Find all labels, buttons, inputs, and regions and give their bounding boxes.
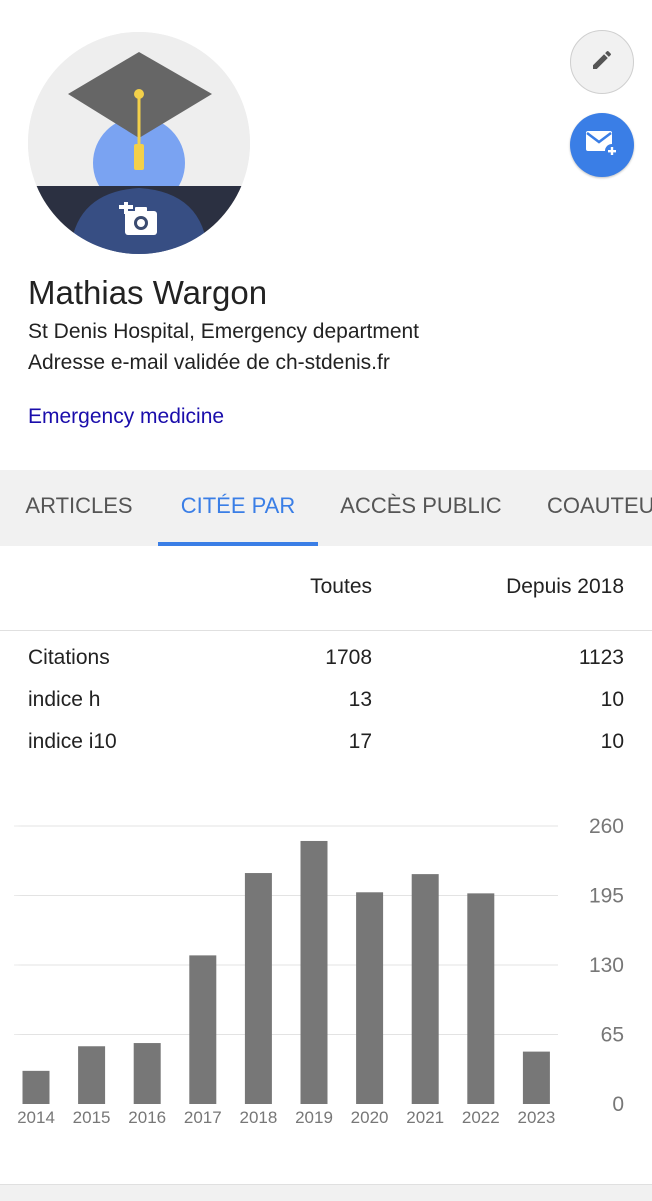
add-photo-icon[interactable] <box>119 202 159 238</box>
stat-citations-since: 1123 <box>578 646 624 669</box>
stat-citations-all: 1708 <box>325 646 372 669</box>
bar-2018[interactable] <box>244 873 272 1104</box>
bar-2021[interactable] <box>411 874 439 1104</box>
x-tick-label: 2021 <box>406 1108 444 1127</box>
stat-label-h-index: indice h <box>28 688 101 711</box>
x-tick-label: 2019 <box>295 1108 333 1127</box>
author-name: Mathias Wargon <box>28 274 268 311</box>
x-tick-label: 2016 <box>128 1108 166 1127</box>
bar-2023[interactable] <box>522 1051 550 1104</box>
tab-cited-by[interactable]: CITÉE PAR <box>158 470 318 546</box>
edit-profile-button[interactable] <box>570 30 634 94</box>
profile-avatar[interactable] <box>28 32 250 254</box>
verified-email-text: Adresse e-mail validée de ch-stdenis.fr <box>28 351 390 374</box>
scroll-fade-edge <box>0 800 22 1140</box>
author-affiliation: St Denis Hospital, Emergency department <box>28 320 420 343</box>
bar-2016[interactable] <box>133 1043 161 1104</box>
mail-plus-icon <box>584 127 620 164</box>
pencil-icon <box>590 48 614 77</box>
column-header-all: Toutes <box>310 575 372 598</box>
x-tick-label: 2015 <box>73 1108 111 1127</box>
column-header-since-2018: Depuis 2018 <box>506 575 624 598</box>
stat-label-i10-index: indice i10 <box>28 730 117 753</box>
citations-per-year-chart: 0 65 130 195 260 2014 2015 2016 2017 2018 2019 2020… <box>0 800 624 1140</box>
research-interest-link[interactable]: Emergency medicine <box>28 405 224 429</box>
x-tick-label: 2017 <box>184 1108 222 1127</box>
bar-2022[interactable] <box>467 893 495 1104</box>
stat-label-citations: Citations <box>28 646 110 669</box>
profile-tabs: ARTICLES CITÉE PAR ACCÈS PUBLIC COAUTEUR… <box>0 470 652 546</box>
stat-h-index-all: 13 <box>348 688 372 711</box>
follow-author-button[interactable] <box>570 113 634 177</box>
y-tick-label: 0 <box>612 1093 624 1116</box>
x-tick-label: 2023 <box>517 1108 555 1127</box>
bar-2020[interactable] <box>356 892 384 1104</box>
bar-2014[interactable] <box>22 1070 50 1104</box>
x-tick-label: 2020 <box>351 1108 389 1127</box>
x-tick-label: 2018 <box>239 1108 277 1127</box>
bottom-section-divider <box>0 1184 652 1201</box>
bar-2015[interactable] <box>78 1046 106 1104</box>
tab-coauthors[interactable]: COAUTEURS <box>524 470 652 546</box>
stat-i10-index-all: 17 <box>348 730 372 753</box>
stat-h-index-since: 10 <box>600 688 624 711</box>
stat-i10-index-since: 10 <box>600 730 624 753</box>
tab-articles[interactable]: ARTICLES <box>0 470 158 546</box>
bar-2019[interactable] <box>300 840 328 1104</box>
bar-2017[interactable] <box>189 955 217 1104</box>
y-tick-label: 65 <box>601 1024 624 1047</box>
x-tick-label: 2022 <box>462 1108 500 1127</box>
y-tick-label: 195 <box>589 885 624 908</box>
tab-public-access[interactable]: ACCÈS PUBLIC <box>318 470 524 546</box>
table-divider <box>0 630 652 631</box>
y-tick-label: 260 <box>589 815 624 838</box>
x-tick-label: 2014 <box>17 1108 55 1127</box>
y-tick-label: 130 <box>589 954 624 977</box>
